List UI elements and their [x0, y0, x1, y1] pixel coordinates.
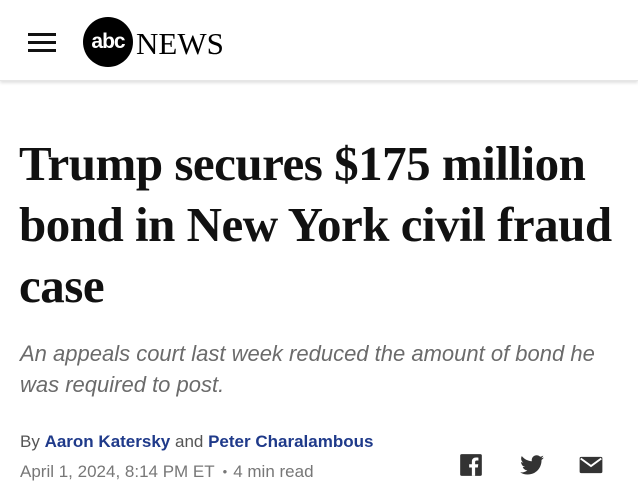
byline-joiner: and — [174, 432, 204, 451]
author-link-aaron-katersky[interactable]: Aaron Katersky — [45, 432, 171, 451]
author-link-peter-charalambous[interactable]: Peter Charalambous — [208, 432, 373, 451]
site-header: abc NEWS — [0, 0, 638, 81]
article-meta: April 1, 2024, 8:14 PM ET • 4 min read — [20, 462, 314, 482]
meta-separator: • — [222, 464, 228, 479]
email-icon[interactable] — [578, 452, 604, 478]
abc-logo-circle: abc — [83, 17, 133, 67]
publish-date: April 1, 2024, 8:14 PM ET — [20, 462, 215, 481]
read-time: 4 min read — [233, 462, 314, 481]
hamburger-menu-icon[interactable] — [28, 33, 56, 53]
article-subheadline: An appeals court last week reduced the a… — [20, 341, 595, 397]
byline-prefix: By — [20, 432, 40, 451]
email-icon-graphic — [579, 456, 603, 474]
article-headline: Trump secures $175 million bond in New Y… — [19, 136, 612, 313]
twitter-icon[interactable] — [519, 452, 545, 478]
abc-news-logo[interactable]: abc NEWS — [83, 17, 224, 67]
menu-bar-top — [28, 33, 56, 36]
facebook-icon[interactable] — [458, 452, 484, 478]
news-wordmark: NEWS — [136, 25, 224, 61]
menu-bar-bottom — [28, 49, 56, 52]
share-bar — [458, 452, 608, 480]
twitter-icon-graphic — [520, 455, 544, 475]
facebook-icon-graphic — [460, 454, 482, 476]
byline: By Aaron Katersky and Peter Charalambous — [20, 432, 373, 452]
menu-bar-middle — [28, 41, 56, 44]
